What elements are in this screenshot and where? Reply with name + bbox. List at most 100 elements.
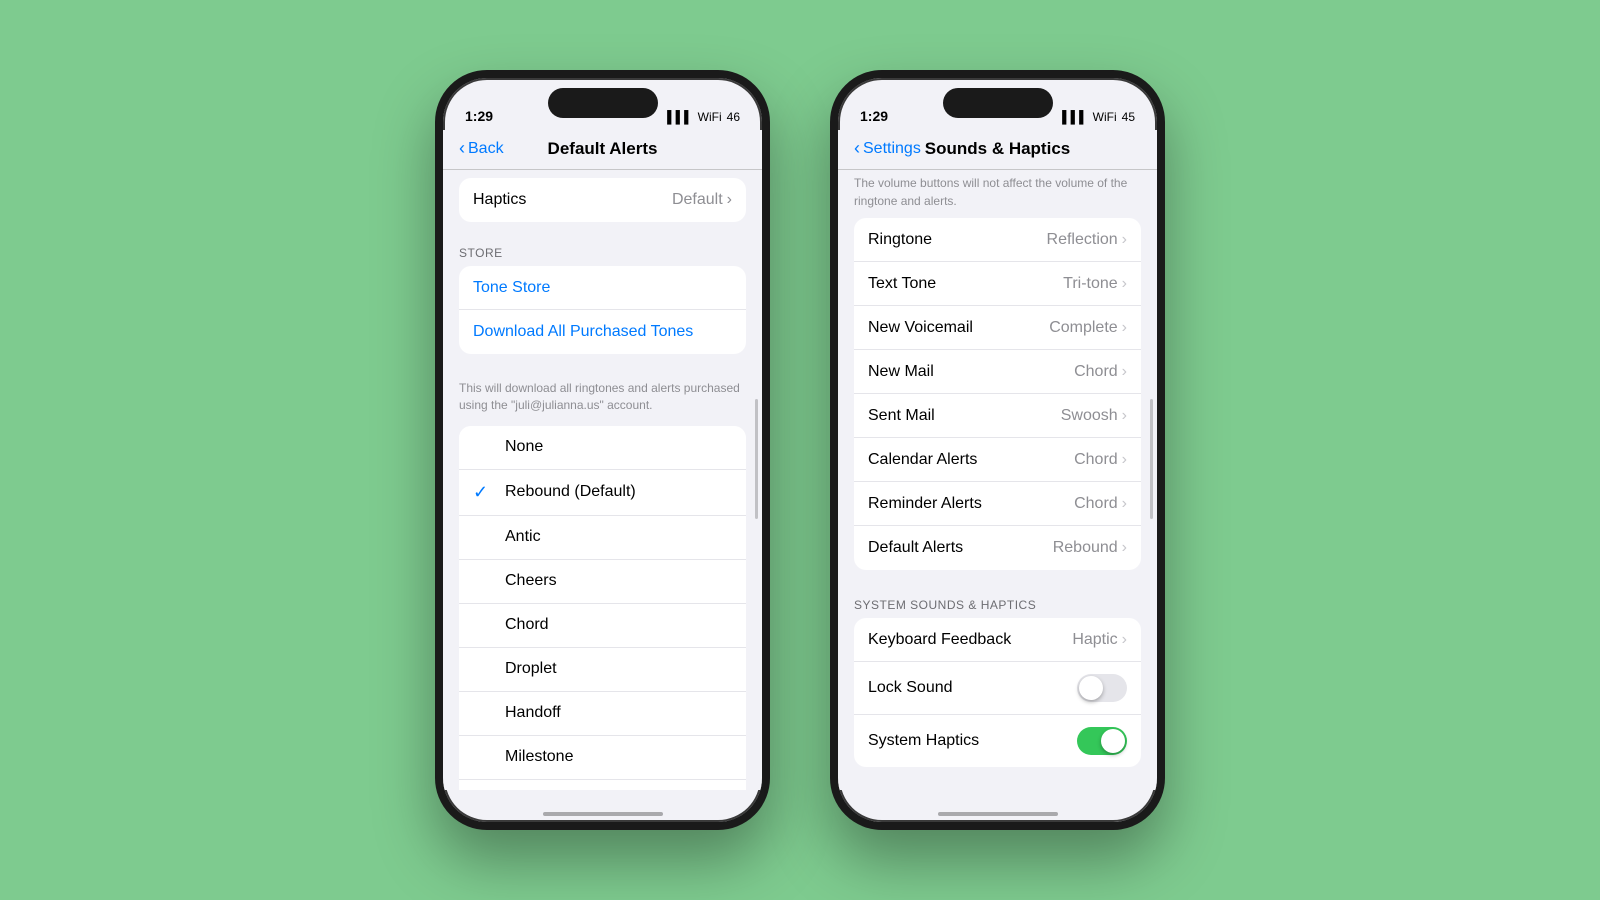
right-screen-content: ‹ Settings Sounds & Haptics The volume b…	[838, 130, 1157, 802]
default-alerts-label: Default Alerts	[868, 539, 963, 557]
home-indicator-right	[938, 812, 1058, 816]
nav-title-right: Sounds & Haptics	[925, 139, 1070, 159]
keyboard-feedback-label: Keyboard Feedback	[868, 631, 1011, 649]
back-chevron-left: ‹	[459, 138, 465, 159]
tone-list-group: None ✓ Rebound (Default) Antic Cheers Ch…	[459, 426, 746, 790]
lock-sound-label: Lock Sound	[868, 679, 953, 697]
back-label-right: Settings	[863, 140, 921, 158]
tone-milestone-name: Milestone	[505, 748, 573, 766]
keyboard-feedback-item[interactable]: Keyboard Feedback Haptic ›	[854, 618, 1141, 662]
ringtone-item[interactable]: Ringtone Reflection ›	[854, 218, 1141, 262]
status-icons-left: ▌▌▌ WiFi 46	[667, 110, 740, 124]
new-mail-value-text: Chord	[1074, 363, 1118, 381]
new-voicemail-item[interactable]: New Voicemail Complete ›	[854, 306, 1141, 350]
sent-mail-item[interactable]: Sent Mail Swoosh ›	[854, 394, 1141, 438]
tone-droplet[interactable]: Droplet	[459, 648, 746, 692]
default-alerts-value: Rebound ›	[1053, 539, 1127, 557]
system-haptics-label: System Haptics	[868, 732, 979, 750]
battery-icon-right: 45	[1122, 110, 1135, 124]
haptics-value-text: Default	[672, 191, 723, 209]
tone-chord[interactable]: Chord	[459, 604, 746, 648]
sounds-group: Ringtone Reflection › Text Tone Tri-tone…	[854, 218, 1141, 570]
haptics-value: Default ›	[672, 191, 732, 209]
haptics-label: Haptics	[473, 191, 526, 209]
download-label: Download All Purchased Tones	[473, 323, 693, 341]
status-icons-right: ▌▌▌ WiFi 45	[1062, 110, 1135, 124]
keyboard-feedback-value-text: Haptic	[1072, 631, 1117, 649]
dynamic-island-left	[548, 88, 658, 118]
default-alerts-item[interactable]: Default Alerts Rebound ›	[854, 526, 1141, 570]
home-indicator-left	[543, 812, 663, 816]
system-haptics-knob	[1101, 729, 1125, 753]
new-mail-chevron: ›	[1122, 363, 1127, 381]
sent-mail-value: Swoosh ›	[1061, 407, 1127, 425]
new-voicemail-value-text: Complete	[1049, 319, 1117, 337]
tone-handoff-name: Handoff	[505, 704, 561, 722]
tone-none-name: None	[505, 438, 543, 456]
scroll-hint-right	[1150, 399, 1153, 519]
text-tone-item[interactable]: Text Tone Tri-tone ›	[854, 262, 1141, 306]
reminder-alerts-chevron: ›	[1122, 495, 1127, 513]
reminder-alerts-value: Chord ›	[1074, 495, 1127, 513]
right-list-content[interactable]: The volume buttons will not affect the v…	[838, 170, 1157, 790]
lock-sound-item[interactable]: Lock Sound	[854, 662, 1141, 715]
tone-milestone[interactable]: Milestone	[459, 736, 746, 780]
reminder-alerts-item[interactable]: Reminder Alerts Chord ›	[854, 482, 1141, 526]
nav-title-left: Default Alerts	[548, 139, 658, 159]
system-haptics-desc: Play haptics for system controls and int…	[838, 787, 1157, 790]
ringtone-value-text: Reflection	[1047, 231, 1118, 249]
ringtone-label: Ringtone	[868, 231, 932, 249]
default-alerts-value-text: Rebound	[1053, 539, 1118, 557]
battery-icon: 46	[727, 110, 740, 124]
tone-droplet-name: Droplet	[505, 660, 557, 678]
back-label-left: Back	[468, 140, 504, 158]
tone-rebound-check: ✓	[473, 482, 493, 503]
back-chevron-right: ‹	[854, 138, 860, 159]
haptics-row[interactable]: Haptics Default ›	[459, 178, 746, 222]
new-mail-value: Chord ›	[1074, 363, 1127, 381]
new-mail-label: New Mail	[868, 363, 934, 381]
reminder-alerts-value-text: Chord	[1074, 495, 1118, 513]
keyboard-feedback-value: Haptic ›	[1072, 631, 1127, 649]
tone-store-label: Tone Store	[473, 279, 550, 297]
ringtone-chevron: ›	[1122, 231, 1127, 249]
left-list-content[interactable]: Haptics Default › STORE Tone Store Downl…	[443, 170, 762, 790]
scroll-hint-left	[755, 399, 758, 519]
back-button-right[interactable]: ‹ Settings	[854, 138, 921, 159]
download-tones-item[interactable]: Download All Purchased Tones	[459, 310, 746, 354]
tone-rebound[interactable]: ✓ Rebound (Default)	[459, 470, 746, 516]
new-voicemail-value: Complete ›	[1049, 319, 1127, 337]
tone-store-item[interactable]: Tone Store	[459, 266, 746, 310]
left-screen-content: ‹ Back Default Alerts Haptics Default › …	[443, 130, 762, 802]
signal-icon-right: ▌▌▌	[1062, 110, 1088, 124]
text-tone-value: Tri-tone ›	[1063, 275, 1127, 293]
system-haptics-toggle[interactable]	[1077, 727, 1127, 755]
tone-note[interactable]: Note	[459, 780, 746, 790]
calendar-alerts-value-text: Chord	[1074, 451, 1118, 469]
time-left: 1:29	[465, 108, 493, 124]
system-haptics-item[interactable]: System Haptics	[854, 715, 1141, 767]
tone-chord-name: Chord	[505, 616, 549, 634]
ringtone-value: Reflection ›	[1047, 231, 1127, 249]
new-mail-item[interactable]: New Mail Chord ›	[854, 350, 1141, 394]
right-phone: 1:29 ▌▌▌ WiFi 45 ‹ Settings Sounds & Hap…	[830, 70, 1165, 830]
signal-icon: ▌▌▌	[667, 110, 693, 124]
lock-sound-knob	[1079, 676, 1103, 700]
calendar-alerts-label: Calendar Alerts	[868, 451, 977, 469]
haptics-chevron: ›	[727, 191, 732, 209]
sent-mail-value-text: Swoosh	[1061, 407, 1118, 425]
default-alerts-chevron: ›	[1122, 539, 1127, 557]
tone-antic[interactable]: Antic	[459, 516, 746, 560]
tone-handoff[interactable]: Handoff	[459, 692, 746, 736]
text-tone-label: Text Tone	[868, 275, 936, 293]
wifi-icon: WiFi	[698, 110, 722, 124]
lock-sound-toggle[interactable]	[1077, 674, 1127, 702]
wifi-icon-right: WiFi	[1093, 110, 1117, 124]
system-sounds-header: SYSTEM SOUNDS & HAPTICS	[838, 590, 1157, 618]
right-nav-bar: ‹ Settings Sounds & Haptics	[838, 130, 1157, 170]
calendar-alerts-item[interactable]: Calendar Alerts Chord ›	[854, 438, 1141, 482]
tone-none[interactable]: None	[459, 426, 746, 470]
tone-cheers[interactable]: Cheers	[459, 560, 746, 604]
system-sounds-group: Keyboard Feedback Haptic › Lock Sound Sy…	[854, 618, 1141, 767]
back-button-left[interactable]: ‹ Back	[459, 138, 504, 159]
